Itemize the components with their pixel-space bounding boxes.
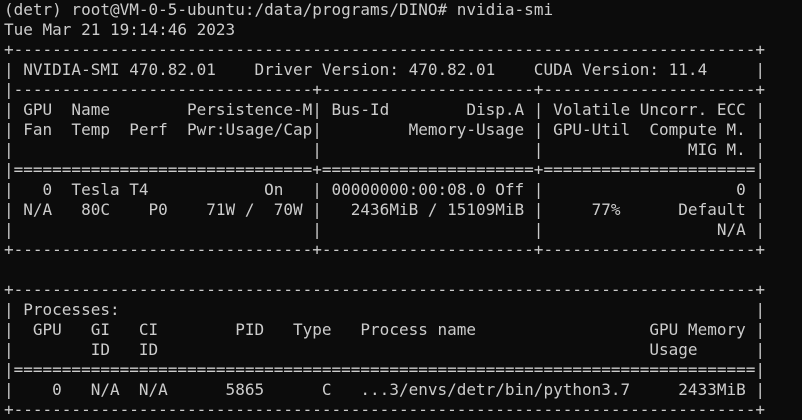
timestamp-line: Tue Mar 21 19:14:46 2023 [4, 20, 236, 39]
output-line: | GPU GI CI PID Type Process name GPU Me… [4, 320, 765, 339]
output-line: | Processes: | [4, 300, 765, 319]
command-text: nvidia-smi [456, 0, 554, 19]
output-line: |-------------------------------+-------… [4, 80, 765, 99]
output-line: | N/A 80C P0 71W / 70W | 2436MiB / 15109… [4, 200, 765, 219]
output-line: | 0 N/A N/A 5865 C ...3/envs/detr/bin/py… [4, 380, 765, 399]
command-line: (detr) root@VM-0-5-ubuntu:/data/programs… [4, 0, 802, 20]
output-line: +---------------------------------------… [4, 40, 765, 59]
output-line: |=======================================… [4, 360, 765, 379]
output-line: | ID ID Usage | [4, 340, 765, 359]
output-line: +---------------------------------------… [4, 400, 765, 419]
output-line: | | | N/A | [4, 220, 765, 239]
output-line: | | | MIG M. | [4, 140, 765, 159]
terminal-window[interactable]: (detr) root@VM-0-5-ubuntu:/data/programs… [0, 0, 802, 419]
output-line: |===============================+=======… [4, 160, 765, 179]
output-line: +-------------------------------+-------… [4, 240, 765, 259]
output-line: | NVIDIA-SMI 470.82.01 Driver Version: 4… [4, 60, 765, 79]
output-line: | Fan Temp Perf Pwr:Usage/Cap| Memory-Us… [4, 120, 765, 139]
shell-prompt: (detr) root@VM-0-5-ubuntu:/data/programs… [4, 0, 457, 19]
output-line: +---------------------------------------… [4, 280, 765, 299]
output-line: | GPU Name Persistence-M| Bus-Id Disp.A … [4, 100, 765, 119]
output-line: | 0 Tesla T4 On | 00000000:00:08.0 Off |… [4, 180, 765, 199]
